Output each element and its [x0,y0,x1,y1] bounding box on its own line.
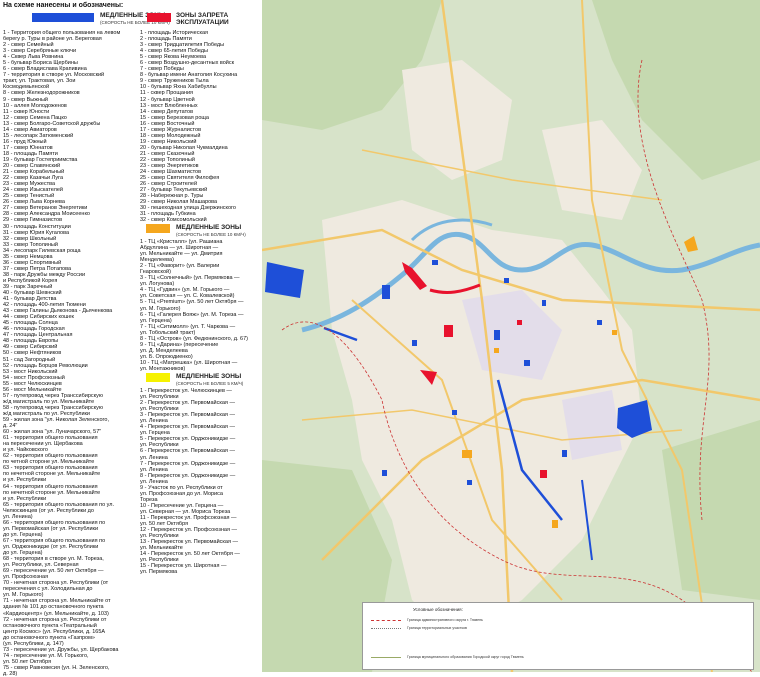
map-legend-row: Граница административного округа г. Тюме… [371,618,483,622]
ban-zone [444,325,453,337]
orange-zone [552,520,558,528]
orange-zone-key-subtitle: (СКОРОСТЬ НЕ БОЛЕЕ 10 КМ/Ч) [176,232,246,237]
slow-zone [432,260,438,265]
map-canvas [262,0,760,672]
slow-zone [494,330,500,340]
legend-list-item: 32 - сквер Комсомольский [140,217,207,224]
slow-zone [382,470,387,476]
map-legend-label: Граница административного округа г. Тюме… [407,618,483,622]
map-legend-title: Условные обозначения: [413,607,463,612]
intersection-list: 1 - Перекресток ул. Челюскинцев — ул. Рес… [140,388,262,575]
boundary-line-swatch [371,627,401,629]
slow-zone [467,480,472,485]
orange-zone [462,450,472,458]
slow-zone [382,285,390,299]
ban-zone-list: 1 - площадь Историческая 2 - площадь Памя… [140,30,262,224]
legend-panel: На схеме нанесены и обозначены: МЕДЛЕННЫ… [0,0,262,677]
boundary-line-swatch [371,619,401,621]
orange-zone-key-title: МЕДЛЕННЫЕ ЗОНЫ [176,224,242,231]
ban-zone-key-subtitle: ЭКСПЛУАТАЦИИ [176,19,229,26]
orange-zone-swatch [146,224,170,233]
ban-zone [540,470,547,478]
slow-zone-list: 1 - Территория общего пользования на лев… [3,30,143,677]
yellow-zone-swatch [146,373,170,382]
yellow-zone-key-subtitle: (СКОРОСТЬ НЕ БОЛЕЕ 5 КМ/Ч) [176,381,244,386]
slow-zone-swatch [32,13,94,22]
legend-list-item: 6 - ТЦ «Галерея Вояж» (ул. М. Тореза — [140,311,244,318]
map-legend-label: Граница муниципального образования Город… [407,655,524,659]
orange-zone [612,330,617,335]
boundary-line-swatch [371,656,401,658]
slow-zone [542,300,546,306]
slow-zone [452,410,457,415]
slow-zone [524,360,530,366]
mall-list: 1 - ТЦ «Кристалл» (ул. Рашиана Абдуллина … [140,239,262,372]
legend-title: На схеме нанесены и обозначены: [3,2,124,9]
yellow-zone-key-title: МЕДЛЕННЫЕ ЗОНЫ [176,373,242,380]
slow-zone [562,450,567,457]
ban-zone [517,320,522,325]
slow-zone [504,278,509,283]
industrial-area [562,390,622,460]
legend-list-item: 8 - ТЦ «Остров» (ул. Федюнинского, д. 67… [140,335,248,342]
map-legend-label: Граница территориальных участков [407,626,467,630]
ban-zone-key-title: ЗОНЫ ЗАПРЕТА [176,12,229,19]
slow-zone [597,320,602,325]
orange-zone [494,348,499,353]
legend-list-item: ул. Пермякова [140,569,178,576]
map-legend: Условные обозначения: Граница администра… [362,602,754,670]
map-legend-row: Граница муниципального образования Город… [371,655,524,659]
slow-zone [412,340,417,346]
map-legend-row: Граница территориальных участков [371,626,467,630]
legend-list-item: ул. Монтажников) [140,365,186,372]
ban-zone-swatch [147,13,171,22]
city-map[interactable]: Условные обозначения: Граница администра… [262,0,760,672]
